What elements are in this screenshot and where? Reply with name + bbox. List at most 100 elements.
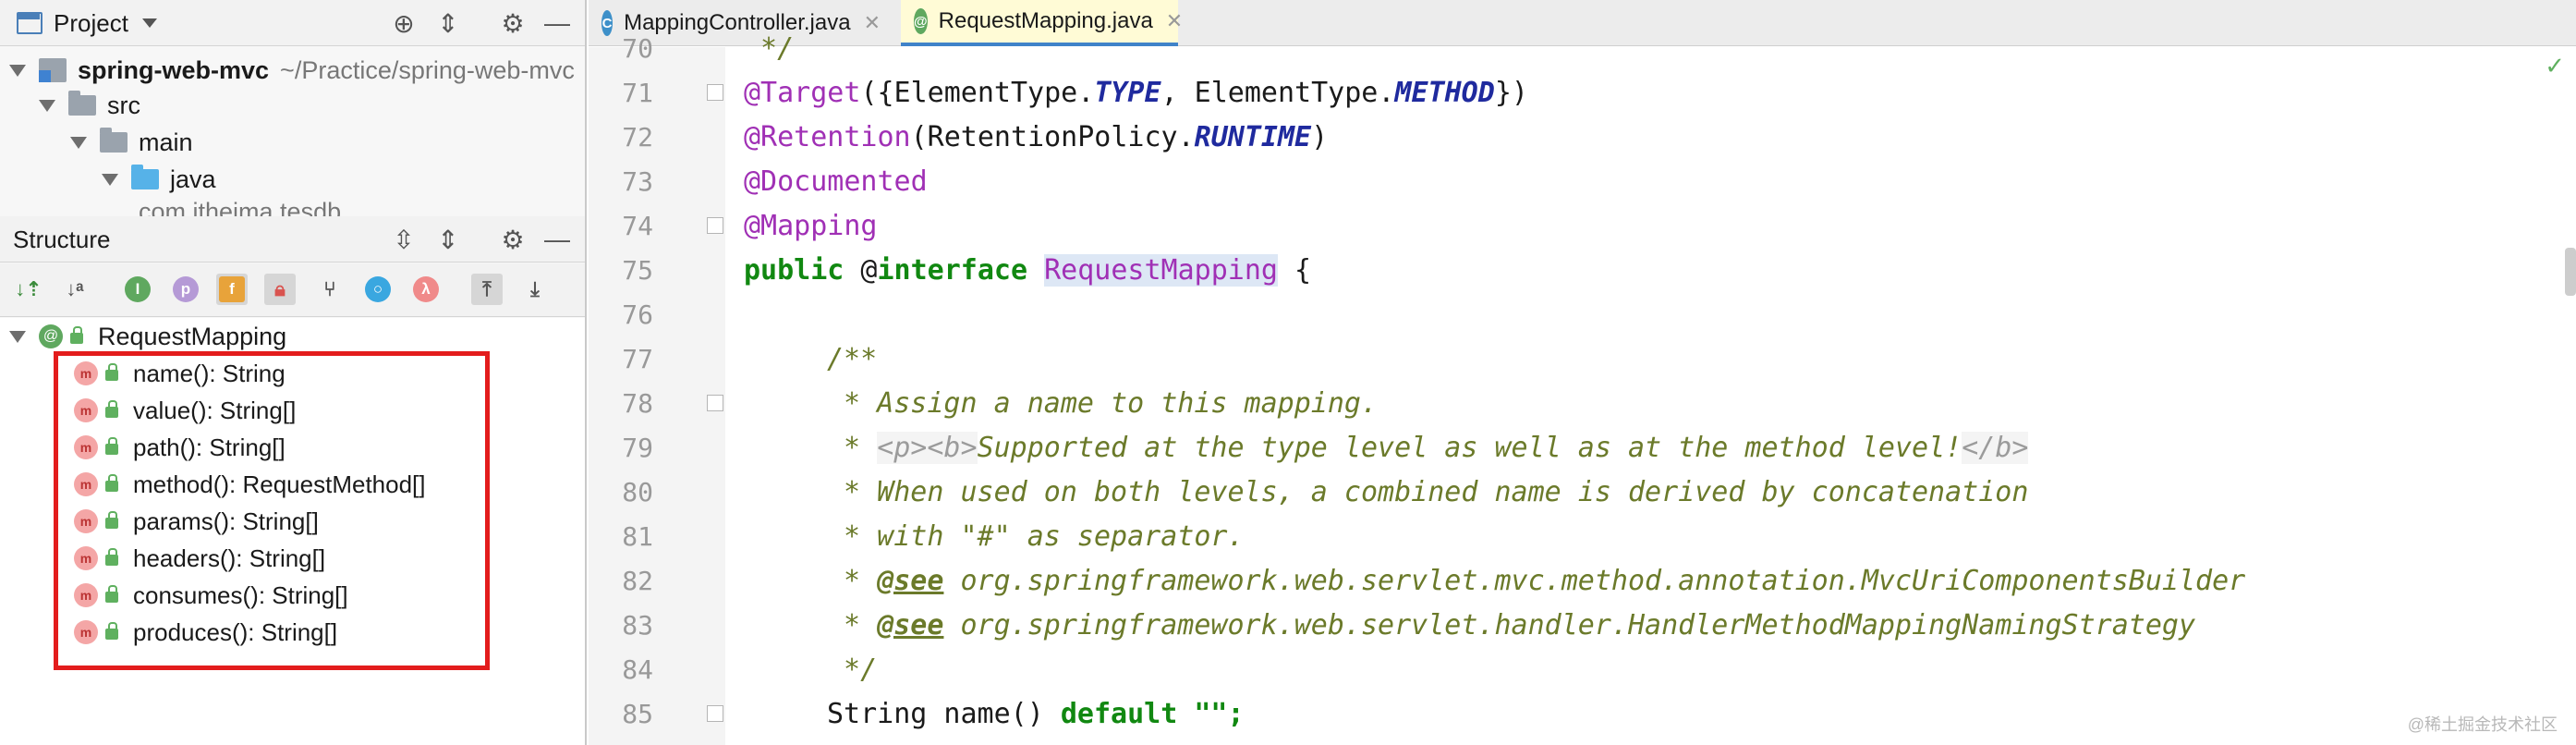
structure-panel-title: Structure <box>13 226 111 253</box>
lambda-icon[interactable]: λ <box>410 274 442 305</box>
show-anonymous-icon[interactable]: ⑂ <box>314 274 346 305</box>
code-token: @Documented <box>744 165 928 198</box>
show-inherited-icon[interactable]: I <box>122 274 153 305</box>
line-number: 71 <box>622 78 653 108</box>
code-line[interactable]: */ <box>827 648 877 692</box>
code-line[interactable]: * Assign a name to this mapping. <box>827 382 1378 426</box>
code-token: * When used on both levels, a combined n… <box>827 476 2029 508</box>
expand-triangle-icon[interactable] <box>9 330 26 343</box>
sort-alphabetically-icon[interactable]: ↓ᵃ <box>59 274 91 305</box>
inspection-ok-icon[interactable]: ✓ <box>2545 52 2565 80</box>
code-token: @Mapping <box>744 210 878 242</box>
expand-all-icon[interactable]: ⇳ <box>388 224 419 255</box>
code-line[interactable]: String name() default ""; <box>827 692 1245 737</box>
tree-item-label: com.itheima.tesdb <box>139 198 342 216</box>
tree-item-src[interactable]: src <box>39 87 140 124</box>
expand-triangle-icon[interactable] <box>39 99 55 112</box>
code-line[interactable]: public @interface RequestMapping { <box>744 249 1311 293</box>
code-token: org.springframework.web.servlet.mvc.meth… <box>943 565 2246 597</box>
scrollbar-marker[interactable] <box>2565 248 2576 296</box>
autoscroll-from-source-icon[interactable]: ⤓ <box>519 274 551 305</box>
code-token: String name() <box>827 698 1061 730</box>
hide-panel-icon[interactable]: — <box>541 7 573 39</box>
tab-request-mapping[interactable]: @ RequestMapping.java ✕ <box>901 0 1183 46</box>
fold-marker-icon[interactable] <box>707 395 723 411</box>
highlight-rectangle <box>54 351 490 670</box>
code-line[interactable]: * @see org.springframework.web.servlet.m… <box>827 559 2245 604</box>
tree-item-package-partial[interactable]: com.itheima.tesdb <box>139 198 341 216</box>
line-number: 82 <box>622 566 653 596</box>
tree-item-main[interactable]: main <box>70 124 193 161</box>
folder-icon <box>68 91 96 116</box>
fold-marker-icon[interactable] <box>707 705 723 722</box>
structure-root-item[interactable]: @ RequestMapping <box>9 318 286 355</box>
annotation-type-icon: @ <box>39 324 63 348</box>
code-line[interactable]: /** <box>827 337 877 382</box>
code-line[interactable]: * @see org.springframework.web.servlet.h… <box>827 604 2195 648</box>
gear-icon[interactable]: ⚙ <box>497 224 529 255</box>
code-token: * <box>827 432 878 464</box>
code-editor[interactable]: */ @Target({ElementType.TYPE, ElementType… <box>725 32 2576 745</box>
code-line[interactable]: * with "#" as separator. <box>827 515 1245 559</box>
structure-toolbar: ↓⇡ ↓ᵃ I p f 🔒︎ ⑂ ○ λ ⤒ ⤓ <box>0 263 585 317</box>
editor-tab-bar: C MappingController.java ✕ @ RequestMapp… <box>589 0 2576 46</box>
fold-marker-icon[interactable] <box>707 84 723 101</box>
line-number: 73 <box>622 166 653 197</box>
code-token: METHOD <box>1394 77 1495 109</box>
code-token: * with "#" as separator. <box>827 520 1245 553</box>
code-token: , ElementType. <box>1160 77 1395 109</box>
expand-triangle-icon[interactable] <box>70 136 87 149</box>
code-token: @ <box>844 254 878 287</box>
chevron-down-icon[interactable] <box>142 18 157 28</box>
tree-item-java[interactable]: java <box>102 161 216 198</box>
line-number-gutter: 70 71 72 73 74 75 76 77 78 79 80 81 82 83 84 85 <box>589 33 725 745</box>
collapse-all-icon[interactable]: ⇕ <box>432 224 464 255</box>
code-line[interactable]: */ <box>744 27 794 71</box>
locate-icon[interactable]: ⊕ <box>388 7 419 39</box>
structure-root-label: RequestMapping <box>98 322 287 350</box>
autoscroll-to-source-icon[interactable]: ⤒ <box>471 274 503 305</box>
code-token: interface <box>877 254 1028 287</box>
gear-icon[interactable]: ⚙ <box>497 7 529 39</box>
collapse-all-icon[interactable]: ⇕ <box>432 7 464 39</box>
code-line[interactable]: * When used on both levels, a combined n… <box>827 470 2028 515</box>
hide-panel-icon[interactable]: — <box>541 224 573 255</box>
show-lambdas-icon[interactable]: ○ <box>362 274 394 305</box>
line-number: 77 <box>622 344 653 374</box>
tree-item-project-root[interactable]: spring-web-mvc ~/Practice/spring-web-mvc <box>9 52 575 89</box>
show-fields-icon[interactable]: f <box>216 274 248 305</box>
code-token: * Assign a name to this mapping. <box>827 387 1379 420</box>
line-number: 81 <box>622 521 653 552</box>
code-token: TYPE <box>1094 77 1161 109</box>
expand-triangle-icon[interactable] <box>102 173 118 186</box>
tree-item-label: main <box>139 128 193 156</box>
line-number: 74 <box>622 211 653 241</box>
code-line[interactable]: @Mapping <box>744 204 878 249</box>
left-tool-panel: Project ⊕ ⇕ ⚙ — spring-web-mvc ~/Practic… <box>0 0 587 745</box>
close-icon[interactable]: ✕ <box>864 11 881 35</box>
show-properties-icon[interactable]: p <box>170 274 201 305</box>
project-name: spring-web-mvc <box>78 55 270 84</box>
code-token: (RetentionPolicy. <box>910 121 1195 153</box>
line-number: 85 <box>622 699 653 729</box>
module-icon <box>39 58 67 82</box>
code-line[interactable]: @Retention(RetentionPolicy.RUNTIME) <box>744 116 1328 160</box>
show-non-public-icon[interactable]: 🔒︎ <box>264 274 296 305</box>
code-line[interactable]: @Documented <box>744 160 928 204</box>
code-token: Supported at the type level as well as a… <box>977 432 1962 464</box>
code-line[interactable]: * <p><b>Supported at the type level as w… <box>827 426 2029 470</box>
watermark: @稀土掘金技术社区 <box>2407 715 2558 734</box>
sort-by-visibility-icon[interactable]: ↓⇡ <box>13 274 44 305</box>
line-number: 83 <box>622 610 653 641</box>
close-icon[interactable]: ✕ <box>1166 9 1183 33</box>
project-panel-title[interactable]: Project <box>54 9 128 38</box>
line-number: 78 <box>622 388 653 419</box>
code-token: * <box>827 609 878 641</box>
code-line[interactable]: @Target({ElementType.TYPE, ElementType.M… <box>744 71 1528 116</box>
code-token: ) <box>1311 121 1329 153</box>
structure-panel-header: Structure ⇳ ⇕ ⚙ — <box>0 216 585 263</box>
line-number: 70 <box>622 33 653 64</box>
expand-triangle-icon[interactable] <box>9 64 26 77</box>
code-token: ({ElementType. <box>860 77 1095 109</box>
fold-marker-icon[interactable] <box>707 217 723 234</box>
